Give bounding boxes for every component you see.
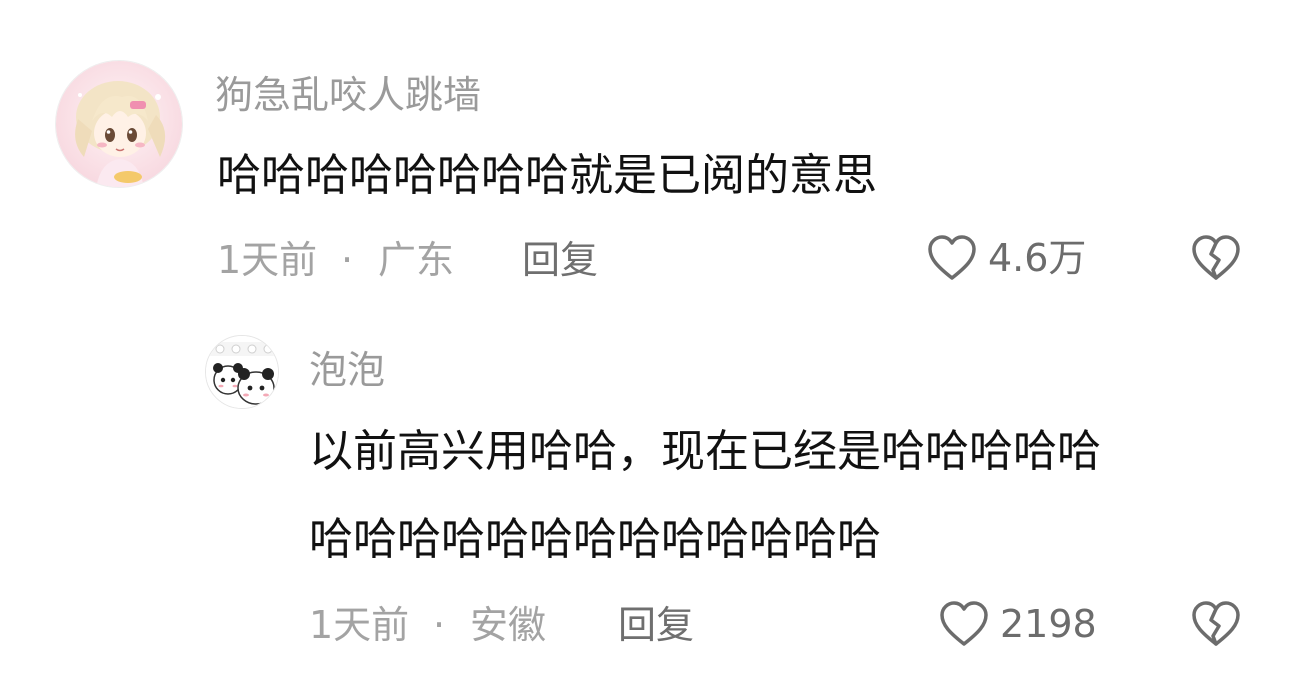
comment-time: 1天前 bbox=[217, 238, 318, 282]
comment-text-line: 哈哈哈哈哈哈哈哈哈哈哈哈哈 bbox=[309, 514, 881, 565]
avatar[interactable] bbox=[205, 335, 279, 409]
comment-time: 1天前 bbox=[309, 603, 410, 647]
reply-button[interactable]: 回复 bbox=[618, 606, 694, 644]
heart-outline-icon bbox=[928, 235, 976, 280]
avatar[interactable] bbox=[55, 60, 183, 188]
comment-username[interactable]: 泡泡 bbox=[309, 351, 385, 389]
heart-outline-icon bbox=[940, 601, 988, 646]
like-button[interactable]: 2198 bbox=[938, 600, 1097, 648]
like-count: 2198 bbox=[1000, 602, 1097, 646]
comment-username[interactable]: 狗急乱咬人跳墙 bbox=[215, 76, 481, 114]
comment-text: 哈哈哈哈哈哈哈哈就是已阅的意思 bbox=[217, 150, 877, 201]
comment-text-line: 以前高兴用哈哈，现在已经是哈哈哈哈哈 bbox=[309, 426, 1101, 477]
dislike-button[interactable] bbox=[1190, 600, 1242, 652]
panda-sticker-avatar-icon bbox=[206, 336, 278, 408]
like-button[interactable]: 4.6万 bbox=[926, 234, 1086, 282]
meta-separator: · bbox=[433, 603, 446, 647]
like-count: 4.6万 bbox=[988, 236, 1087, 280]
dislike-button[interactable] bbox=[1190, 234, 1242, 286]
anime-girl-avatar-icon bbox=[56, 61, 182, 187]
broken-heart-icon bbox=[1192, 601, 1240, 646]
meta-separator: · bbox=[341, 238, 354, 282]
comment-location: 安徽 bbox=[470, 603, 547, 647]
broken-heart-icon bbox=[1192, 235, 1240, 280]
reply-button[interactable]: 回复 bbox=[522, 241, 598, 279]
comment-location: 广东 bbox=[378, 238, 455, 282]
